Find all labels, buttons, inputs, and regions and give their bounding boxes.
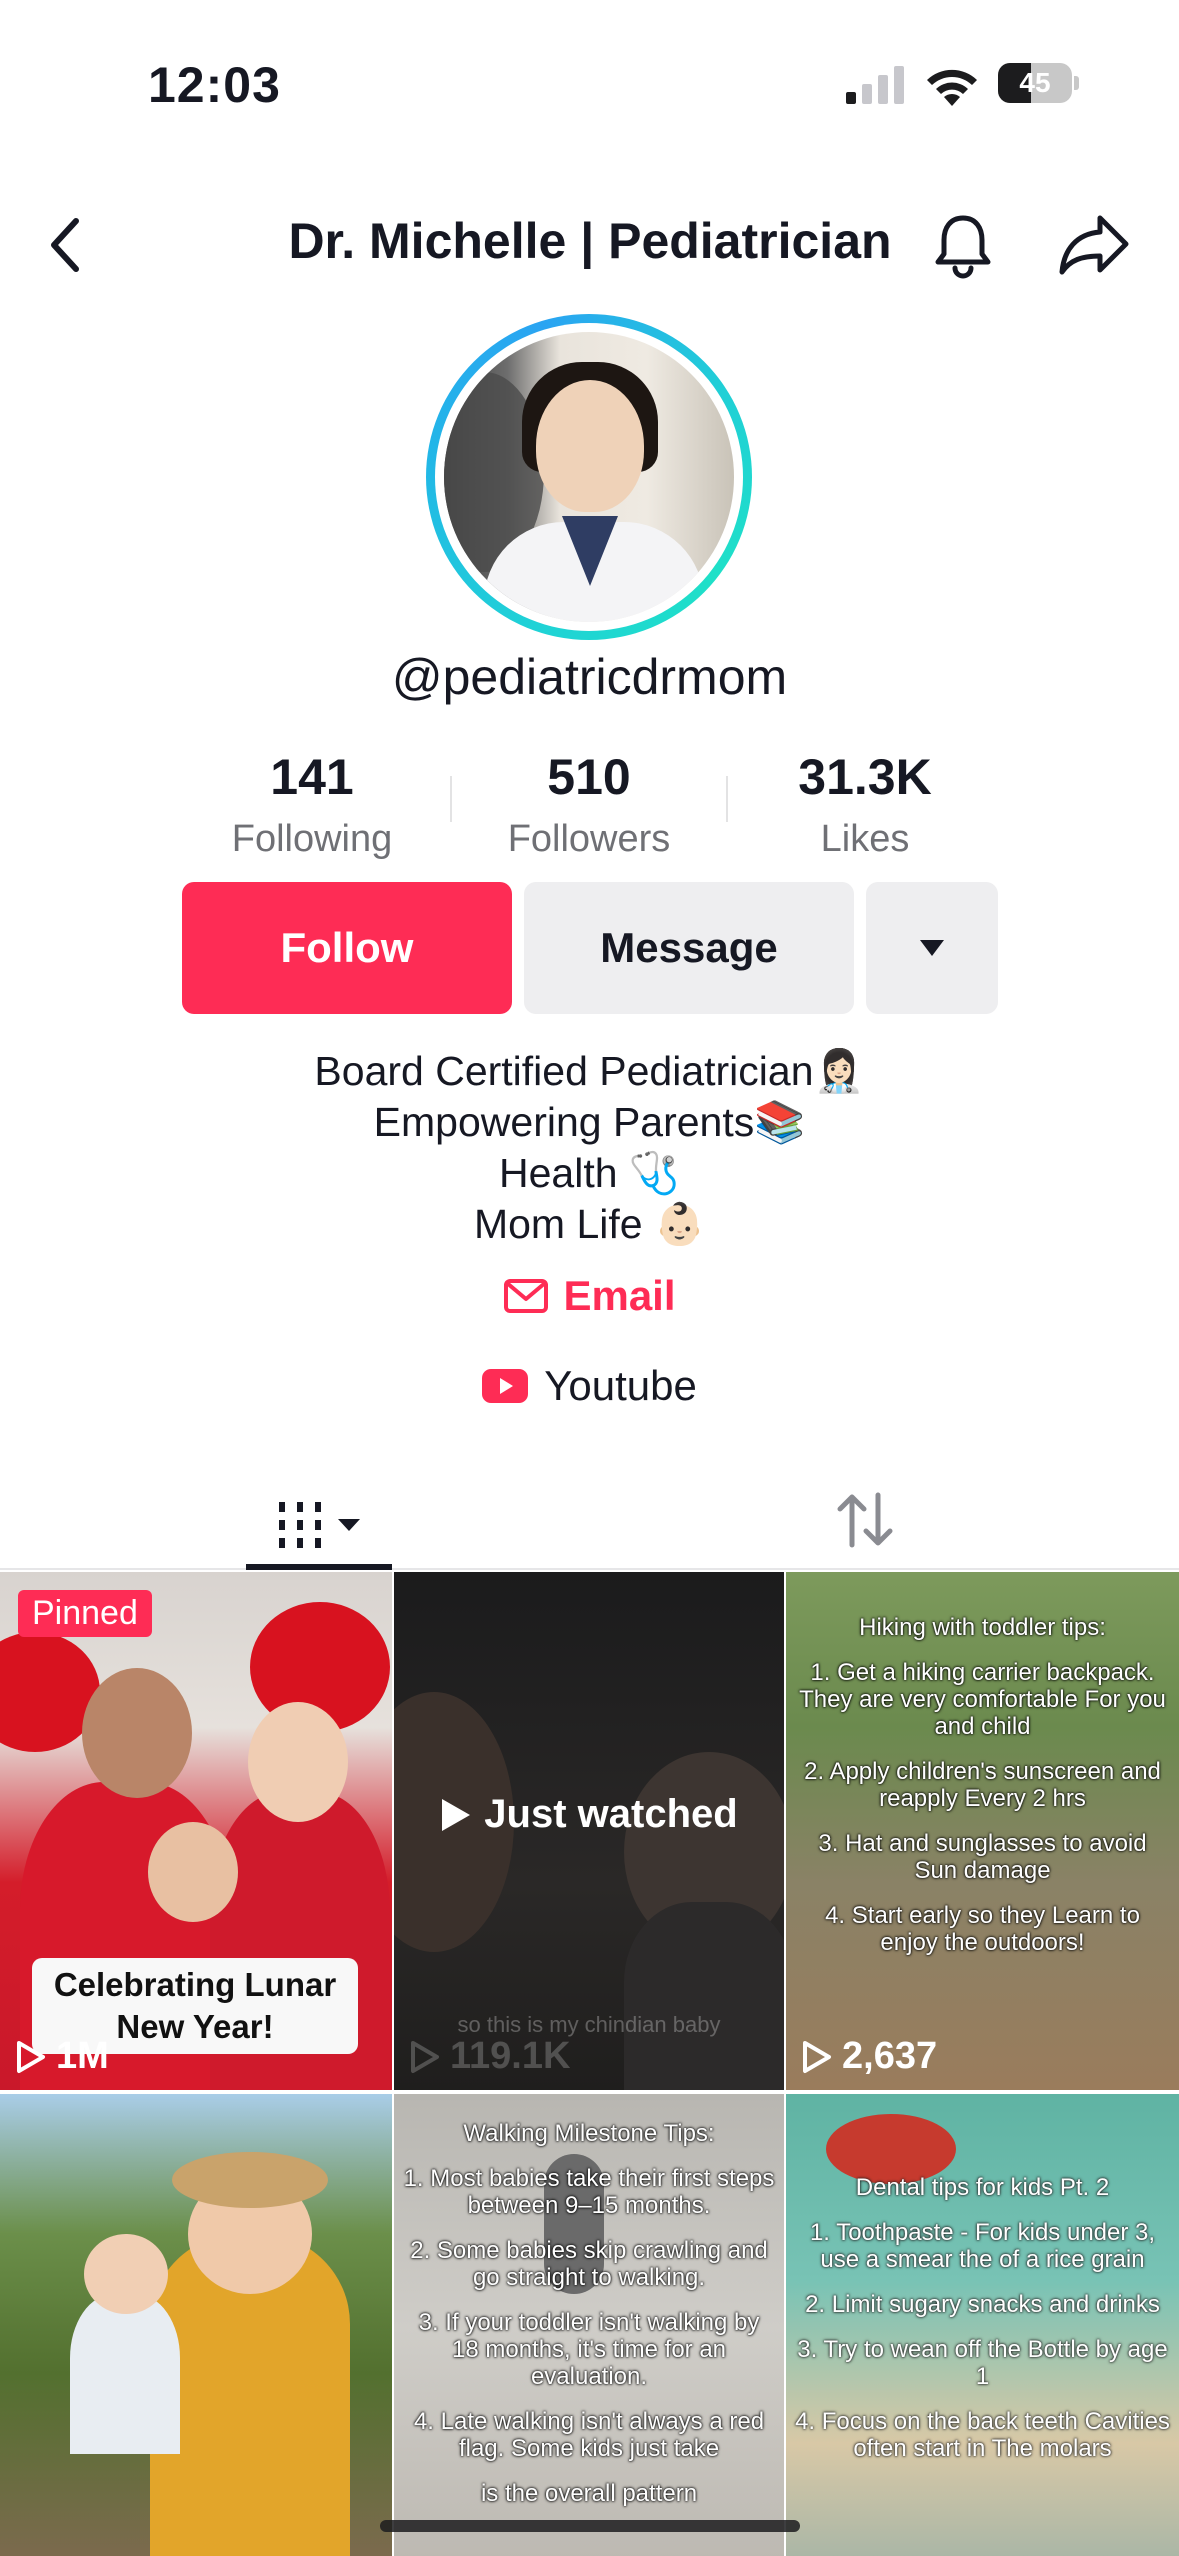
avatar-photo [444, 332, 734, 622]
email-link[interactable]: Email [0, 1272, 1179, 1320]
play-icon [442, 1798, 471, 1831]
video-tile[interactable] [0, 2094, 392, 2556]
video-tile[interactable]: Walking Milestone Tips: 1. Most babies t… [394, 2094, 784, 2556]
tab-videos[interactable] [246, 1480, 392, 1570]
youtube-label: Youtube [544, 1362, 697, 1409]
bio: Board Certified Pediatrician👩🏻‍⚕️ Empowe… [0, 1046, 1179, 1250]
stat-likes[interactable]: 31.3K Likes [745, 748, 985, 861]
youtube-link[interactable]: Youtube [0, 1362, 1179, 1410]
bio-line: Empowering Parents📚 [373, 1098, 806, 1146]
stat-divider [726, 776, 728, 822]
bell-icon [935, 215, 991, 279]
video-overlay-text: Dental tips for kids Pt. 2 1. Toothpaste… [795, 2174, 1170, 2462]
back-chevron-icon [51, 218, 79, 272]
followers-count: 510 [547, 749, 631, 805]
view-count: 1M [16, 2035, 109, 2078]
followers-label: Followers [507, 818, 671, 860]
video-tile[interactable]: Pinned Celebrating Lunar New Year! 1M [0, 1572, 392, 2090]
content-tabs [0, 1460, 1179, 1570]
wifi-icon [927, 69, 977, 106]
back-button[interactable] [36, 210, 96, 280]
follow-button[interactable]: Follow [182, 882, 512, 1014]
caret-down-icon [338, 1519, 360, 1531]
message-button[interactable]: Message [524, 882, 854, 1014]
email-label: Email [563, 1272, 676, 1319]
play-outline-icon [803, 2040, 831, 2073]
bio-line: Mom Life 👶🏻 [473, 1200, 706, 1248]
play-outline-icon [17, 2040, 45, 2073]
baby-emoji-icon: 👶🏻 [653, 1200, 706, 1248]
notification-bell-button[interactable] [928, 210, 998, 280]
reposts-icon [837, 1492, 893, 1548]
suggested-accounts-button[interactable] [866, 882, 998, 1014]
view-count: 119.1K [410, 2035, 570, 2078]
likes-label: Likes [820, 818, 910, 860]
stat-followers[interactable]: 510 Followers [469, 748, 709, 861]
video-grid: Pinned Celebrating Lunar New Year! 1M Ju… [0, 1572, 1179, 2556]
profile-header: Dr. Michelle | Pediatrician [0, 190, 1179, 300]
stat-divider [450, 776, 452, 822]
battery-level: 45 [1019, 67, 1051, 98]
active-tab-indicator [246, 1564, 392, 1570]
stat-following[interactable]: 141 Following [192, 748, 432, 861]
cellular-signal-icon [846, 66, 904, 104]
status-time: 12:03 [148, 57, 281, 113]
videos-grid-icon [279, 1502, 321, 1548]
stethoscope-emoji-icon: 🩺 [628, 1149, 680, 1197]
share-button[interactable] [1056, 210, 1132, 280]
following-label: Following [231, 818, 393, 860]
battery-icon: 45 [998, 63, 1079, 103]
bio-line: Health 🩺 [499, 1149, 680, 1197]
status-bar: 12:03 45 [0, 0, 1179, 150]
doctor-emoji-icon: 👩🏻‍⚕️ [813, 1047, 865, 1095]
youtube-icon [482, 1369, 529, 1403]
avatar[interactable] [426, 314, 752, 640]
video-tile[interactable]: Hiking with toddler tips: 1. Get a hikin… [786, 1572, 1179, 2090]
video-overlay-text: Hiking with toddler tips: 1. Get a hikin… [799, 1614, 1166, 1956]
caret-down-icon [920, 940, 944, 956]
just-watched-label: Just watched [394, 1792, 784, 1837]
pinned-badge: Pinned [18, 1590, 152, 1637]
home-indicator[interactable] [380, 2520, 800, 2532]
video-tile[interactable]: Dental tips for kids Pt. 2 1. Toothpaste… [786, 2094, 1179, 2556]
video-tile[interactable]: Just watched so this is my chindian baby… [394, 1572, 784, 2090]
books-emoji-icon: 📚 [754, 1098, 806, 1146]
view-count: 2,637 [802, 2035, 937, 2078]
page-title: Dr. Michelle | Pediatrician [288, 213, 892, 269]
share-arrow-icon [1059, 215, 1129, 275]
envelope-icon [504, 1279, 549, 1313]
likes-count: 31.3K [798, 749, 932, 805]
play-outline-icon [411, 2040, 439, 2073]
video-overlay-text: Walking Milestone Tips: 1. Most babies t… [403, 2120, 775, 2507]
bio-line: Board Certified Pediatrician👩🏻‍⚕️ [314, 1047, 865, 1095]
following-count: 141 [270, 749, 354, 805]
username: @pediatricdrmom [391, 649, 788, 705]
tab-reposts[interactable] [820, 1480, 910, 1560]
